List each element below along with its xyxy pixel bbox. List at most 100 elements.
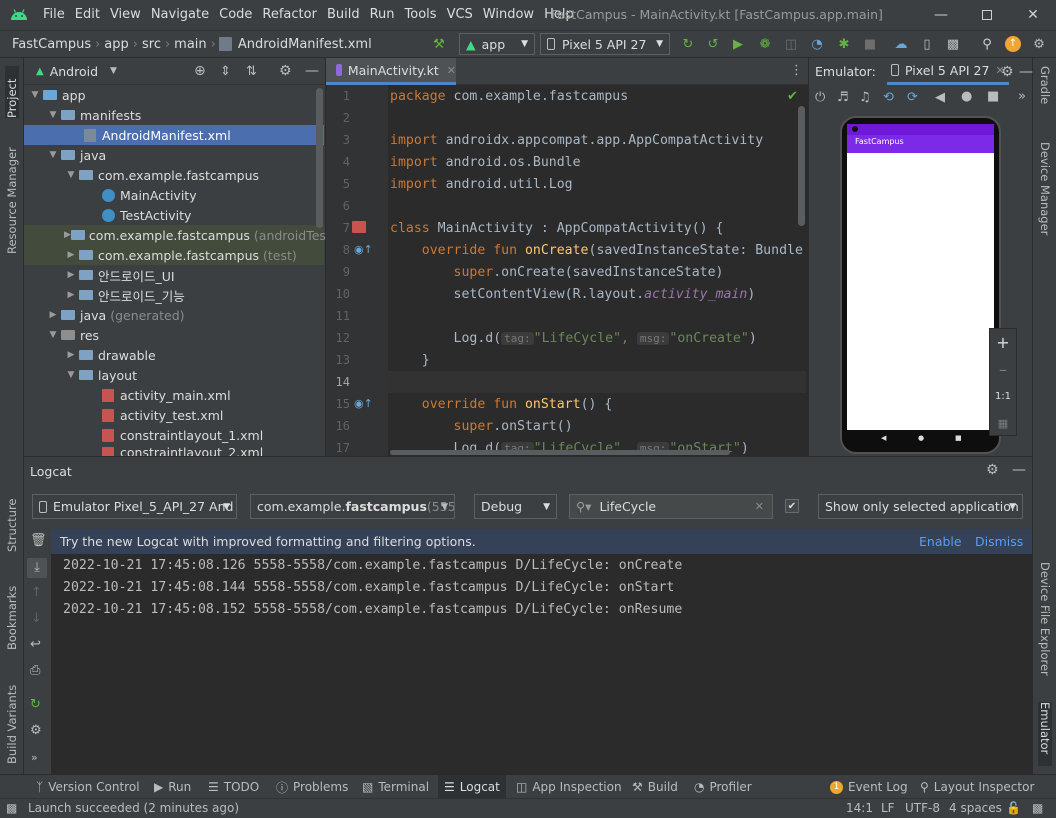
regex-checkbox[interactable]: ✔: [785, 499, 799, 513]
tab-logcat[interactable]: ☰ Logcat: [438, 775, 506, 799]
device-manager-tool-tab[interactable]: Device Manager: [1038, 142, 1052, 242]
lock-icon[interactable]: 🔓: [1006, 801, 1021, 815]
gear-icon[interactable]: ⚙: [1001, 64, 1014, 80]
run-tests-icon[interactable]: ✱: [835, 35, 853, 53]
breadcrumb-app[interactable]: app: [101, 37, 131, 52]
editor-scrollbar[interactable]: [798, 106, 805, 226]
print-icon[interactable]: ⎙: [30, 663, 40, 678]
gear-icon[interactable]: ⚙: [279, 63, 292, 79]
breadcrumb-main[interactable]: main: [171, 37, 209, 52]
phone-screen[interactable]: FastCampus: [847, 124, 994, 430]
home-icon[interactable]: ●: [961, 89, 972, 104]
clear-search-icon[interactable]: ✕: [755, 500, 764, 513]
tab-event-log[interactable]: 1 Event Log: [830, 775, 908, 799]
stop-icon[interactable]: ■: [861, 35, 879, 53]
tree-row[interactable]: ▶ java (generated): [24, 305, 324, 325]
gear-icon[interactable]: ⚙: [986, 462, 999, 478]
menu-file[interactable]: File: [38, 0, 70, 30]
sdk-manager-icon[interactable]: ▩: [944, 35, 962, 53]
tree-row[interactable]: activity_main.xml: [24, 385, 324, 405]
soft-wrap-icon[interactable]: ↩: [30, 637, 41, 652]
project-view-select[interactable]: Android: [50, 64, 98, 79]
volume-up-icon[interactable]: ♬: [837, 90, 849, 105]
tree-row[interactable]: constraintlayout_1.xml: [24, 425, 324, 445]
tree-row[interactable]: ▶ com.example.fastcampus (androidTest): [24, 225, 336, 245]
search-icon[interactable]: ⚲: [978, 35, 996, 53]
breadcrumb-project[interactable]: FastCampus: [0, 37, 94, 52]
file-encoding[interactable]: UTF-8: [905, 801, 940, 815]
tab-terminal[interactable]: ▧ Terminal: [362, 775, 429, 799]
locate-icon[interactable]: ⊕: [194, 63, 206, 79]
tree-row[interactable]: ▼ java: [24, 145, 324, 165]
bookmarks-tool-tab[interactable]: Bookmarks: [5, 578, 19, 650]
apply-code-changes-icon[interactable]: ↺: [704, 35, 722, 53]
tree-row[interactable]: MainActivity: [24, 185, 324, 205]
tree-row[interactable]: ▶ 안드로이드_기능: [24, 285, 324, 305]
gear-icon[interactable]: ⚙: [30, 723, 42, 738]
line-separator[interactable]: LF: [881, 801, 895, 815]
menu-window[interactable]: Window: [478, 0, 539, 30]
tree-row[interactable]: activity_test.xml: [24, 405, 324, 425]
tab-layout-inspector[interactable]: ⚲ Layout Inspector: [920, 775, 1034, 799]
tab-todo[interactable]: ☰ TODO: [208, 775, 259, 799]
hide-icon[interactable]: —: [1019, 64, 1033, 80]
collapse-all-icon[interactable]: ⇅: [246, 64, 257, 79]
hide-icon[interactable]: —: [305, 63, 319, 79]
editor-hscrollbar[interactable]: [390, 450, 730, 455]
logcat-device-select[interactable]: Emulator Pixel_5_API_27 And ▼: [32, 494, 237, 519]
status-message[interactable]: Launch succeeded (2 minutes ago): [28, 801, 239, 815]
clear-logcat-icon[interactable]: 🗑: [30, 533, 47, 548]
indent-setting[interactable]: 4 spaces: [949, 801, 1002, 815]
rotate-right-icon[interactable]: ⟳: [907, 90, 918, 105]
tab-run[interactable]: ▶ Run: [154, 775, 191, 799]
restart-icon[interactable]: ↻: [30, 697, 41, 712]
close-window-button[interactable]: ✕: [1010, 0, 1056, 30]
maximize-button[interactable]: [964, 0, 1010, 30]
minimize-button[interactable]: —: [918, 0, 964, 30]
up-arrow-icon[interactable]: ↑: [31, 585, 42, 600]
tree-row[interactable]: ▼ res: [24, 325, 324, 345]
zoom-fit-button[interactable]: ▦: [990, 410, 1016, 437]
tree-row[interactable]: ▶ 안드로이드_UI: [24, 265, 324, 285]
emulator-tool-tab[interactable]: Emulator: [1038, 702, 1052, 766]
updates-icon[interactable]: ↑: [1004, 35, 1022, 53]
menu-vcs[interactable]: VCS: [442, 0, 478, 30]
tab-version-control[interactable]: ᛉ Version Control: [36, 775, 140, 799]
zoom-in-button[interactable]: +: [990, 329, 1016, 356]
debug-icon[interactable]: ❁: [756, 35, 774, 53]
logcat-search-input[interactable]: ⚲▾ LifeCycle ✕: [569, 494, 773, 519]
no-problems-check-icon[interactable]: ✔: [787, 89, 798, 104]
attach-debugger-icon[interactable]: ◫: [782, 35, 800, 53]
run-icon[interactable]: ▶: [729, 35, 747, 53]
sync-gradle-icon[interactable]: ☁: [892, 35, 910, 53]
profile-icon[interactable]: ◔: [808, 35, 826, 53]
menu-run[interactable]: Run: [365, 0, 400, 30]
tree-row[interactable]: TestActivity: [24, 205, 324, 225]
logcat-filter-select[interactable]: Show only selected application ▼: [818, 494, 1023, 519]
settings-icon[interactable]: ⚙: [1030, 35, 1048, 53]
gradle-tool-tab[interactable]: Gradle: [1038, 66, 1052, 126]
tab-profiler[interactable]: ◔ Profiler: [694, 775, 752, 799]
device-select[interactable]: Pixel 5 API 27 ▼: [540, 33, 670, 55]
menu-navigate[interactable]: Navigate: [146, 0, 214, 30]
menu-code[interactable]: Code: [214, 0, 257, 30]
code-area[interactable]: package com.example.fastcampus import an…: [326, 85, 808, 456]
breadcrumb-src[interactable]: src: [139, 37, 164, 52]
enable-link[interactable]: Enable: [919, 534, 962, 549]
menu-view[interactable]: View: [105, 0, 146, 30]
tree-row[interactable]: ▼ manifests: [24, 105, 324, 125]
project-scrollbar[interactable]: [316, 88, 323, 228]
expand-all-icon[interactable]: ⇕: [220, 64, 231, 79]
tree-row[interactable]: ▼ com.example.fastcampus: [24, 165, 324, 185]
scroll-to-end-icon[interactable]: ⤓: [27, 558, 47, 578]
rotate-left-icon[interactable]: ⟲: [883, 90, 894, 105]
logcat-level-select[interactable]: Debug ▼: [474, 494, 557, 519]
breadcrumb-file[interactable]: AndroidManifest.xml: [235, 37, 375, 52]
zoom-out-button[interactable]: –: [990, 356, 1016, 383]
build-variants-tool-tab[interactable]: Build Variants: [5, 674, 19, 764]
tab-build[interactable]: ⚒ Build: [632, 775, 678, 799]
zoom-actual-button[interactable]: 1:1: [990, 383, 1016, 410]
chevron-down-icon[interactable]: ▼: [110, 66, 117, 76]
back-icon[interactable]: ◀: [935, 90, 945, 105]
menu-edit[interactable]: Edit: [70, 0, 105, 30]
